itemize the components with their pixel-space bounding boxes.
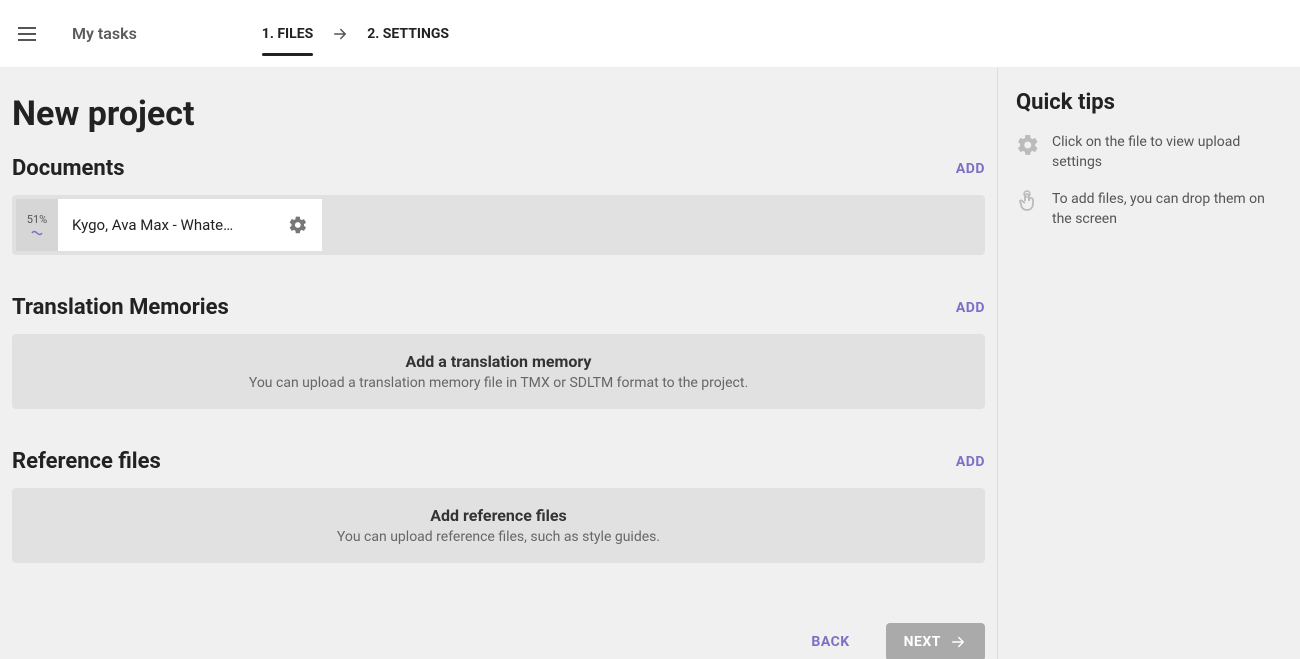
progress-mark-icon [31, 229, 43, 237]
tip-item: To add files, you can drop them on the s… [1016, 190, 1282, 229]
tm-placeholder[interactable]: Add a translation memory You can upload … [12, 334, 985, 409]
touch-icon [1016, 190, 1040, 229]
tip-text: To add files, you can drop them on the s… [1052, 190, 1282, 229]
wizard-footer: BACK NEXT [12, 623, 985, 659]
documents-section-title: Documents [12, 156, 125, 181]
document-progress-value: 51% [27, 213, 47, 226]
step-files[interactable]: 1. FILES [262, 2, 313, 66]
arrow-right-icon [949, 633, 967, 651]
gear-icon[interactable] [288, 215, 308, 235]
document-progress-badge: 51% [16, 199, 58, 251]
gear-icon [1016, 133, 1040, 172]
app-brand[interactable]: My tasks [72, 24, 137, 43]
ref-section-title: Reference files [12, 449, 161, 474]
document-card[interactable]: 51% Kygo, Ava Max - Whate… [16, 199, 322, 251]
top-bar: My tasks 1. FILES 2. SETTINGS [0, 0, 1300, 68]
next-button-label: NEXT [904, 634, 941, 650]
tip-item: Click on the file to view upload setting… [1016, 133, 1282, 172]
ref-placeholder-sub: You can upload reference files, such as … [32, 529, 965, 545]
hamburger-menu-icon[interactable] [18, 22, 42, 46]
documents-list: 51% Kygo, Ava Max - Whate… [12, 195, 985, 255]
back-button[interactable]: BACK [795, 624, 865, 659]
tip-text: Click on the file to view upload setting… [1052, 133, 1282, 172]
quick-tips-panel: Quick tips Click on the file to view upl… [997, 68, 1300, 659]
main-panel: New project Documents ADD 51% Kygo, Ava … [0, 68, 997, 659]
ref-placeholder-title: Add reference files [32, 506, 965, 525]
page-title: New project [12, 94, 985, 134]
tm-section-title: Translation Memories [12, 295, 229, 320]
tm-placeholder-title: Add a translation memory [32, 352, 965, 371]
documents-add-button[interactable]: ADD [956, 161, 985, 177]
tm-placeholder-sub: You can upload a translation memory file… [32, 375, 965, 391]
wizard-steps: 1. FILES 2. SETTINGS [262, 2, 449, 66]
ref-add-button[interactable]: ADD [956, 454, 985, 470]
document-name: Kygo, Ava Max - Whate… [72, 216, 233, 234]
next-button[interactable]: NEXT [886, 623, 985, 659]
quick-tips-title: Quick tips [1016, 90, 1282, 115]
step-settings[interactable]: 2. SETTINGS [367, 2, 449, 66]
tm-add-button[interactable]: ADD [956, 300, 985, 316]
arrow-right-icon [331, 25, 349, 43]
ref-placeholder[interactable]: Add reference files You can upload refer… [12, 488, 985, 563]
